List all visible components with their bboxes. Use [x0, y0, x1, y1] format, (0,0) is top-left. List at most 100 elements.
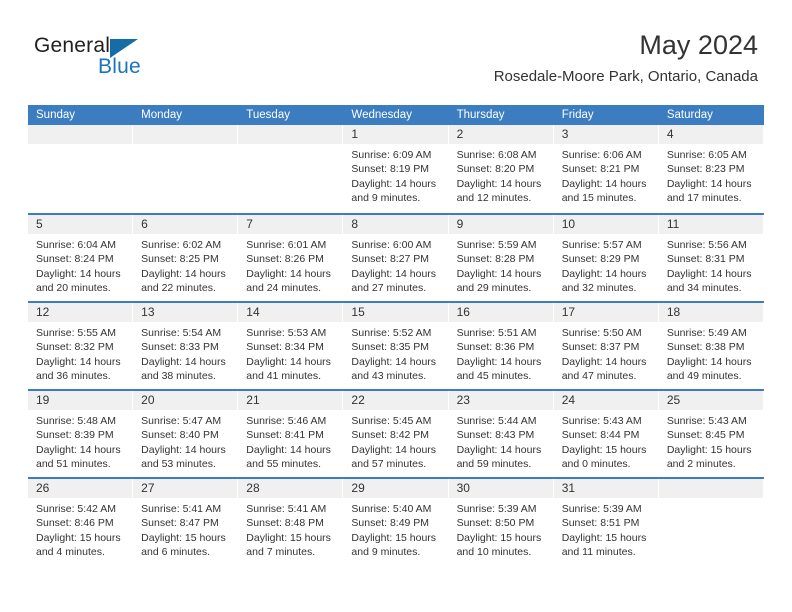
calendar-day-cell[interactable]: 8 Sunrise: 6:00 AM Sunset: 8:27 PM Daylight…	[343, 215, 449, 301]
day-number: 16	[448, 303, 554, 322]
day-number: 29	[343, 479, 449, 498]
calendar-day-cell[interactable]: 12 Sunrise: 5:55 AM Sunset: 8:32 PM Dayligh…	[28, 303, 134, 389]
calendar-day-cell[interactable]: 29 Sunrise: 5:40 AM Sunset: 8:49 PM Dayligh…	[343, 479, 449, 565]
calendar-day-cell[interactable]: 10 Sunrise: 5:57 AM Sunset: 8:29 PM Dayligh…	[553, 215, 659, 301]
daylight-duration-line1: Daylight: 14 hours	[141, 267, 226, 280]
calendar-page: General Blue May 2024 Rosedale-Moore Par…	[0, 0, 792, 612]
daylight-duration-line1: Daylight: 15 hours	[246, 531, 331, 544]
daylight-duration-line2: and 20 minutes.	[36, 282, 111, 295]
weekday-header-friday: Friday	[561, 109, 594, 121]
sunrise-time: Sunrise: 6:06 AM	[561, 149, 642, 161]
day-number	[658, 479, 764, 498]
day-number: 18	[658, 303, 764, 322]
day-sun-info: Sunrise: 5:42 AM Sunset: 8:46 PM Daylight:…	[28, 498, 133, 560]
calendar-day-cell[interactable]: 13 Sunrise: 5:54 AM Sunset: 8:33 PM Dayligh…	[133, 303, 239, 389]
general-blue-logo[interactable]: General Blue	[34, 34, 254, 90]
calendar-day-cell[interactable]: 18 Sunrise: 5:49 AM Sunset: 8:38 PM Dayligh…	[658, 303, 764, 389]
daylight-duration-line1: Daylight: 14 hours	[666, 177, 752, 190]
daylight-duration-line2: and 10 minutes.	[456, 546, 532, 559]
calendar-day-cell[interactable]: 3 Sunrise: 6:06 AM Sunset: 8:21 PM Daylight…	[553, 125, 659, 213]
weekday-header-tuesday: Tuesday	[246, 109, 290, 121]
day-sun-info: Sunrise: 5:46 AM Sunset: 8:41 PM Daylight:…	[238, 410, 343, 472]
weekday-header-sunday: Sunday	[36, 109, 76, 121]
daylight-duration-line1: Daylight: 14 hours	[351, 177, 437, 190]
calendar-day-cell[interactable]: 9 Sunrise: 5:59 AM Sunset: 8:28 PM Daylight…	[448, 215, 554, 301]
sunrise-time: Sunrise: 6:08 AM	[456, 149, 537, 161]
calendar-day-cell[interactable]: 20 Sunrise: 5:47 AM Sunset: 8:40 PM Dayligh…	[133, 391, 239, 477]
day-number: 1	[343, 125, 449, 144]
sunrise-time: Sunrise: 6:09 AM	[351, 149, 432, 161]
calendar-day-cell[interactable]: 17 Sunrise: 5:50 AM Sunset: 8:37 PM Dayligh…	[553, 303, 659, 389]
calendar-day-cell[interactable]: 19 Sunrise: 5:48 AM Sunset: 8:39 PM Dayligh…	[28, 391, 134, 477]
calendar-day-cell[interactable]: 2 Sunrise: 6:08 AM Sunset: 8:20 PM Daylight…	[448, 125, 554, 213]
daylight-duration-line1: Daylight: 14 hours	[456, 355, 542, 368]
sunrise-time: Sunrise: 5:43 AM	[666, 415, 747, 427]
daylight-duration-line1: Daylight: 14 hours	[456, 177, 542, 190]
daylight-duration-line1: Daylight: 14 hours	[36, 267, 121, 280]
daylight-duration-line1: Daylight: 15 hours	[141, 531, 226, 544]
calendar-day-cell[interactable]: 4 Sunrise: 6:05 AM Sunset: 8:23 PM Daylight…	[658, 125, 764, 213]
sunrise-time: Sunrise: 5:50 AM	[561, 327, 642, 339]
calendar-day-cell[interactable]: 21 Sunrise: 5:46 AM Sunset: 8:41 PM Dayligh…	[238, 391, 344, 477]
day-sun-info: Sunrise: 5:41 AM Sunset: 8:48 PM Daylight:…	[238, 498, 343, 560]
day-sun-info: Sunrise: 6:09 AM Sunset: 8:19 PM Daylight:…	[343, 144, 448, 206]
daylight-duration-line2: and 49 minutes.	[666, 370, 742, 383]
calendar-day-cell[interactable]: 5 Sunrise: 6:04 AM Sunset: 8:24 PM Daylight…	[28, 215, 134, 301]
page-header: General Blue May 2024 Rosedale-Moore Par…	[34, 28, 758, 98]
calendar-day-cell[interactable]: 14 Sunrise: 5:53 AM Sunset: 8:34 PM Dayligh…	[238, 303, 344, 389]
daylight-duration-line2: and 45 minutes.	[456, 370, 532, 383]
daylight-duration-line1: Daylight: 15 hours	[561, 531, 647, 544]
day-sun-info: Sunrise: 5:59 AM Sunset: 8:28 PM Daylight:…	[449, 234, 554, 296]
calendar-day-cell[interactable]: 23 Sunrise: 5:44 AM Sunset: 8:43 PM Dayligh…	[448, 391, 554, 477]
day-sun-info: Sunrise: 5:43 AM Sunset: 8:45 PM Daylight:…	[659, 410, 764, 472]
calendar-weeks: 1 Sunrise: 6:09 AM Sunset: 8:19 PM Daylight…	[28, 125, 764, 565]
day-number: 5	[28, 215, 134, 234]
sunset-time: Sunset: 8:23 PM	[666, 163, 745, 176]
sunset-time: Sunset: 8:48 PM	[246, 517, 324, 530]
daylight-duration-line2: and 4 minutes.	[36, 546, 105, 559]
sunrise-time: Sunrise: 6:01 AM	[246, 239, 327, 251]
daylight-duration-line2: and 59 minutes.	[456, 458, 532, 471]
daylight-duration-line1: Daylight: 14 hours	[141, 355, 226, 368]
calendar-day-cell[interactable]: 11 Sunrise: 5:56 AM Sunset: 8:31 PM Dayligh…	[658, 215, 764, 301]
calendar-day-cell[interactable]: 22 Sunrise: 5:45 AM Sunset: 8:42 PM Dayligh…	[343, 391, 449, 477]
calendar-day-cell[interactable]: 15 Sunrise: 5:52 AM Sunset: 8:35 PM Dayligh…	[343, 303, 449, 389]
calendar-day-cell[interactable]: 6 Sunrise: 6:02 AM Sunset: 8:25 PM Daylight…	[133, 215, 239, 301]
sunrise-time: Sunrise: 5:49 AM	[666, 327, 747, 339]
daylight-duration-line1: Daylight: 14 hours	[141, 443, 226, 456]
calendar-day-cell[interactable]: 16 Sunrise: 5:51 AM Sunset: 8:36 PM Dayligh…	[448, 303, 554, 389]
calendar-day-cell[interactable]: 24 Sunrise: 5:43 AM Sunset: 8:44 PM Dayligh…	[553, 391, 659, 477]
sunrise-time: Sunrise: 5:39 AM	[561, 503, 642, 515]
day-number: 23	[448, 391, 554, 410]
day-number: 6	[133, 215, 239, 234]
calendar-day-cell[interactable]: 7 Sunrise: 6:01 AM Sunset: 8:26 PM Daylight…	[238, 215, 344, 301]
sunset-time: Sunset: 8:24 PM	[36, 253, 114, 266]
sunrise-time: Sunrise: 6:00 AM	[351, 239, 432, 251]
calendar-day-cell[interactable]: 1 Sunrise: 6:09 AM Sunset: 8:19 PM Daylight…	[343, 125, 449, 213]
daylight-duration-line1: Daylight: 14 hours	[456, 443, 542, 456]
sunset-time: Sunset: 8:50 PM	[456, 517, 535, 530]
day-sun-info: Sunrise: 6:08 AM Sunset: 8:20 PM Daylight:…	[449, 144, 554, 206]
calendar-day-cell[interactable]: 31 Sunrise: 5:39 AM Sunset: 8:51 PM Dayligh…	[553, 479, 659, 565]
day-number: 28	[238, 479, 344, 498]
day-number: 9	[448, 215, 554, 234]
weekday-header-wednesday: Wednesday	[351, 109, 412, 121]
logo-text-blue: Blue	[98, 55, 141, 78]
sunset-time: Sunset: 8:46 PM	[36, 517, 114, 530]
calendar-day-cell[interactable]: 25 Sunrise: 5:43 AM Sunset: 8:45 PM Dayligh…	[658, 391, 764, 477]
daylight-duration-line2: and 47 minutes.	[561, 370, 637, 383]
sunrise-time: Sunrise: 5:57 AM	[561, 239, 642, 251]
sunset-time: Sunset: 8:51 PM	[561, 517, 640, 530]
daylight-duration-line1: Daylight: 15 hours	[456, 531, 542, 544]
calendar-day-cell[interactable]: 27 Sunrise: 5:41 AM Sunset: 8:47 PM Dayligh…	[133, 479, 239, 565]
title-block: May 2024 Rosedale-Moore Park, Ontario, C…	[494, 28, 758, 86]
daylight-duration-line1: Daylight: 14 hours	[36, 443, 121, 456]
calendar-day-cell[interactable]: 30 Sunrise: 5:39 AM Sunset: 8:50 PM Dayligh…	[448, 479, 554, 565]
day-number	[133, 125, 239, 144]
calendar-day-cell[interactable]: 26 Sunrise: 5:42 AM Sunset: 8:46 PM Dayligh…	[28, 479, 134, 565]
daylight-duration-line1: Daylight: 15 hours	[36, 531, 121, 544]
daylight-duration-line2: and 11 minutes.	[561, 546, 636, 559]
calendar-day-cell[interactable]: 28 Sunrise: 5:41 AM Sunset: 8:48 PM Dayligh…	[238, 479, 344, 565]
daylight-duration-line1: Daylight: 14 hours	[666, 355, 752, 368]
calendar-day-cell-empty	[133, 125, 239, 213]
